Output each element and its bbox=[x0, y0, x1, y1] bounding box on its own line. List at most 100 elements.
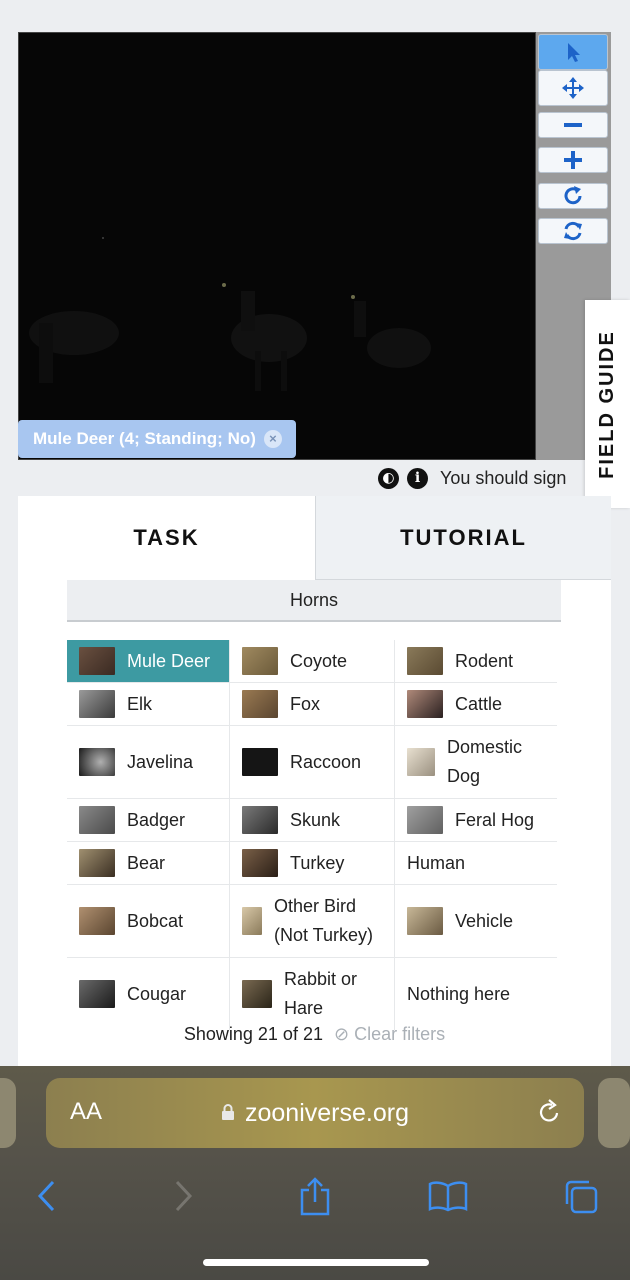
choice-badger[interactable]: Badger bbox=[67, 799, 229, 841]
contrast-icon[interactable]: ◐ bbox=[378, 467, 399, 489]
share-icon bbox=[300, 1177, 330, 1216]
reset-icon bbox=[564, 221, 582, 241]
choice-nothing-here[interactable]: Nothing here bbox=[394, 958, 557, 1030]
coyote-thumbnail bbox=[242, 647, 278, 675]
tabs-button[interactable] bbox=[556, 1171, 606, 1221]
badger-thumbnail bbox=[79, 806, 115, 834]
zoom-out-button[interactable] bbox=[538, 112, 608, 138]
address-bar[interactable]: AA zooniverse.org bbox=[46, 1078, 584, 1148]
choice-mule-deer[interactable]: Mule Deer bbox=[67, 640, 229, 682]
tab-task[interactable]: TASK bbox=[18, 496, 315, 580]
remove-annotation-icon[interactable]: × bbox=[263, 430, 282, 448]
zoom-in-icon bbox=[564, 151, 582, 169]
forward-button[interactable] bbox=[158, 1171, 208, 1221]
choice-cougar[interactable]: Cougar bbox=[67, 958, 229, 1030]
annotation-tag-label: Mule Deer (4; Standing; No) bbox=[33, 429, 256, 448]
choice-label: Mule Deer bbox=[127, 650, 211, 671]
choice-label: Coyote bbox=[290, 650, 348, 671]
choice-rodent[interactable]: Rodent bbox=[394, 640, 557, 682]
cattle-thumbnail bbox=[407, 690, 443, 718]
choice-vehicle[interactable]: Vehicle bbox=[394, 885, 557, 957]
cougar-thumbnail bbox=[79, 980, 115, 1008]
other-bird-thumbnail bbox=[242, 907, 262, 935]
choice-row: Elk Fox Cattle bbox=[67, 683, 557, 726]
turkey-thumbnail bbox=[242, 849, 278, 877]
domestic-dog-thumbnail bbox=[407, 748, 435, 776]
tab-tutorial[interactable]: TUTORIAL bbox=[315, 496, 611, 580]
zoom-in-button[interactable] bbox=[538, 147, 608, 173]
javelina-thumbnail bbox=[79, 748, 115, 776]
annotation-tag[interactable]: Mule Deer (4; Standing; No) × bbox=[18, 420, 296, 458]
previous-tab-card[interactable] bbox=[0, 1078, 16, 1148]
bookmarks-button[interactable] bbox=[423, 1171, 473, 1221]
forward-icon bbox=[175, 1180, 193, 1212]
zoom-out-icon bbox=[564, 123, 582, 127]
choice-raccoon[interactable]: Raccoon bbox=[229, 726, 394, 798]
bookmarks-icon bbox=[428, 1181, 468, 1212]
pan-tool-button[interactable] bbox=[538, 70, 608, 106]
choice-row: Javelina Raccoon Domestic Dog bbox=[67, 726, 557, 799]
info-row: ◐ i You should sign bbox=[378, 465, 566, 491]
choice-feral-hog[interactable]: Feral Hog bbox=[394, 799, 557, 841]
choice-label: Bear bbox=[127, 852, 166, 873]
tabs-icon bbox=[565, 1180, 598, 1214]
share-button[interactable] bbox=[290, 1171, 340, 1221]
back-button[interactable] bbox=[22, 1171, 72, 1221]
reload-icon[interactable] bbox=[536, 1098, 562, 1131]
choice-label: Bobcat bbox=[127, 910, 184, 931]
url-display: zooniverse.org bbox=[46, 1098, 584, 1128]
choice-label: Domestic Dog bbox=[447, 737, 523, 786]
results-count: Showing 21 of 21 bbox=[183, 1024, 323, 1044]
vehicle-thumbnail bbox=[407, 907, 443, 935]
camera-trap-image bbox=[19, 33, 535, 459]
choice-other-bird[interactable]: Other Bird (Not Turkey) bbox=[229, 885, 394, 957]
choice-label: Javelina bbox=[127, 751, 194, 772]
field-guide-button[interactable]: FIELD GUIDE bbox=[585, 300, 630, 508]
choice-bear[interactable]: Bear bbox=[67, 842, 229, 884]
pointer-tool-button[interactable] bbox=[538, 34, 608, 70]
info-icon[interactable]: i bbox=[407, 467, 428, 489]
fox-thumbnail bbox=[242, 690, 278, 718]
choice-turkey[interactable]: Turkey bbox=[229, 842, 394, 884]
choice-label: Rabbit or Hare bbox=[284, 969, 358, 1018]
choice-fox[interactable]: Fox bbox=[229, 683, 394, 725]
clear-filters-icon: ⊘ bbox=[333, 1024, 350, 1044]
choice-label: Human bbox=[407, 852, 466, 873]
choice-row: Bobcat Other Bird (Not Turkey) Vehicle bbox=[67, 885, 557, 958]
choice-domestic-dog[interactable]: Domestic Dog bbox=[394, 726, 557, 798]
choice-javelina[interactable]: Javelina bbox=[67, 726, 229, 798]
active-filter[interactable]: Horns bbox=[67, 580, 561, 622]
clear-filters-button[interactable]: ⊘ Clear filters bbox=[334, 1024, 445, 1044]
choice-label: Cattle bbox=[455, 693, 503, 714]
subject-image-viewer[interactable] bbox=[18, 32, 536, 460]
rotate-button[interactable] bbox=[538, 183, 608, 209]
choice-cattle[interactable]: Cattle bbox=[394, 683, 557, 725]
choice-label: Vehicle bbox=[455, 910, 514, 931]
field-guide-label: FIELD GUIDE bbox=[596, 329, 619, 479]
choice-label: Other Bird (Not Turkey) bbox=[274, 896, 374, 945]
choice-elk[interactable]: Elk bbox=[67, 683, 229, 725]
choice-label: Badger bbox=[127, 809, 186, 830]
clear-filters-label: Clear filters bbox=[354, 1024, 446, 1044]
choice-label: Raccoon bbox=[290, 751, 362, 772]
choice-skunk[interactable]: Skunk bbox=[229, 799, 394, 841]
feral-hog-thumbnail bbox=[407, 806, 443, 834]
rotate-icon bbox=[564, 186, 582, 205]
choice-coyote[interactable]: Coyote bbox=[229, 640, 394, 682]
raccoon-thumbnail bbox=[242, 748, 278, 776]
home-indicator[interactable] bbox=[203, 1259, 429, 1266]
next-tab-card[interactable] bbox=[598, 1078, 630, 1148]
url-text: zooniverse.org bbox=[245, 1098, 409, 1127]
reset-view-button[interactable] bbox=[538, 218, 608, 244]
choice-rabbit-or-hare[interactable]: Rabbit or Hare bbox=[229, 958, 394, 1030]
lock-icon bbox=[221, 1099, 235, 1128]
rodent-thumbnail bbox=[407, 647, 443, 675]
choice-human[interactable]: Human bbox=[394, 842, 557, 884]
sign-in-message: You should sign bbox=[440, 467, 567, 488]
mule-deer-thumbnail bbox=[79, 647, 115, 675]
choice-label: Nothing here bbox=[407, 983, 511, 1004]
choice-label: Skunk bbox=[290, 809, 341, 830]
bear-thumbnail bbox=[79, 849, 115, 877]
choice-label: Cougar bbox=[127, 983, 187, 1004]
choice-bobcat[interactable]: Bobcat bbox=[67, 885, 229, 957]
